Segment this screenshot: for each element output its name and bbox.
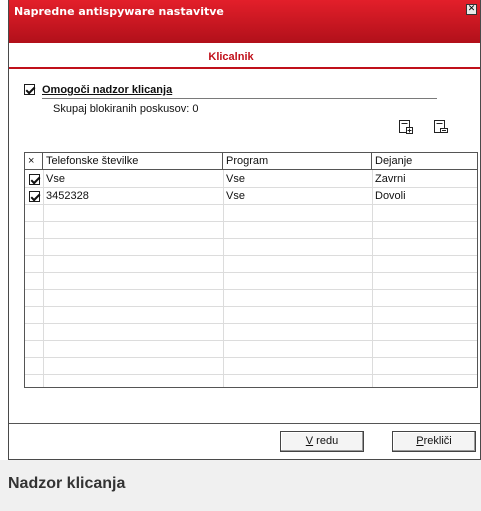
row-divider bbox=[25, 238, 477, 239]
row-divider bbox=[25, 221, 477, 222]
row-divider bbox=[25, 340, 477, 341]
title-bar: Napredne antispyware nastavitve ✕ Zasebn… bbox=[9, 0, 480, 67]
table-row[interactable]: Vse Vse Zavrni bbox=[25, 171, 477, 188]
row-divider bbox=[25, 272, 477, 273]
row-divider bbox=[25, 357, 477, 358]
cancel-mnemonic: P bbox=[416, 435, 424, 447]
tab-skripta[interactable]: Skripta bbox=[373, 48, 423, 67]
cell-action: Dovoli bbox=[375, 190, 406, 202]
settings-window: Napredne antispyware nastavitve ✕ Zasebn… bbox=[8, 0, 481, 460]
column-header-program[interactable]: Program bbox=[223, 153, 372, 170]
close-button[interactable]: ✕ bbox=[466, 4, 477, 15]
footer-divider bbox=[9, 423, 480, 424]
row-divider bbox=[25, 255, 477, 256]
enable-dialer-checkbox[interactable] bbox=[24, 84, 35, 95]
cell-number: 3452328 bbox=[46, 190, 89, 202]
row-divider bbox=[25, 306, 477, 307]
enable-dialer-label: Omogoči nadzor klicanja bbox=[42, 84, 173, 96]
table-row[interactable]: 3452328 Vse Dovoli bbox=[25, 188, 477, 205]
tab-piskotek[interactable]: Piškotek bbox=[292, 48, 348, 67]
add-entry-icon[interactable] bbox=[398, 119, 414, 135]
tab-klicalnik[interactable]: Klicalnik bbox=[191, 48, 271, 67]
row-divider bbox=[25, 374, 477, 375]
column-header-action[interactable]: Dejanje bbox=[372, 153, 477, 170]
cell-action: Zavrni bbox=[375, 173, 406, 185]
tab-underline bbox=[9, 67, 480, 69]
tab-register[interactable]: Register bbox=[115, 48, 175, 67]
row-divider bbox=[25, 289, 477, 290]
section-divider bbox=[42, 98, 437, 99]
cell-program: Vse bbox=[226, 190, 245, 202]
column-header-select[interactable]: × bbox=[25, 153, 43, 170]
cell-number: Vse bbox=[46, 173, 65, 185]
row-divider bbox=[25, 323, 477, 324]
cell-program: Vse bbox=[226, 173, 245, 185]
caption-bar: Nadzor klicanja bbox=[0, 460, 481, 511]
cancel-label: rekliči bbox=[423, 435, 452, 447]
window-title: Napredne antispyware nastavitve bbox=[14, 5, 224, 18]
ok-button[interactable]: V redu bbox=[280, 431, 364, 452]
table-header: × Telefonske številke Program Dejanje bbox=[25, 153, 477, 170]
cancel-button[interactable]: Prekliči bbox=[392, 431, 476, 452]
row-checkbox[interactable] bbox=[29, 191, 40, 202]
phone-numbers-table: × Telefonske številke Program Dejanje Vs… bbox=[24, 152, 478, 388]
tab-zasebnost[interactable]: Zasebnost bbox=[23, 48, 83, 67]
row-checkbox[interactable] bbox=[29, 174, 40, 185]
ok-label: redu bbox=[313, 435, 339, 447]
remove-entry-icon[interactable] bbox=[433, 119, 449, 135]
blocked-attempts-text: Skupaj blokiranih poskusov: 0 bbox=[53, 103, 199, 115]
caption-text: Nadzor klicanja bbox=[8, 475, 126, 492]
column-header-numbers[interactable]: Telefonske številke bbox=[43, 153, 223, 170]
tab-bar: Zasebnost Register Klicalnik Piškotek Sk… bbox=[9, 48, 480, 67]
